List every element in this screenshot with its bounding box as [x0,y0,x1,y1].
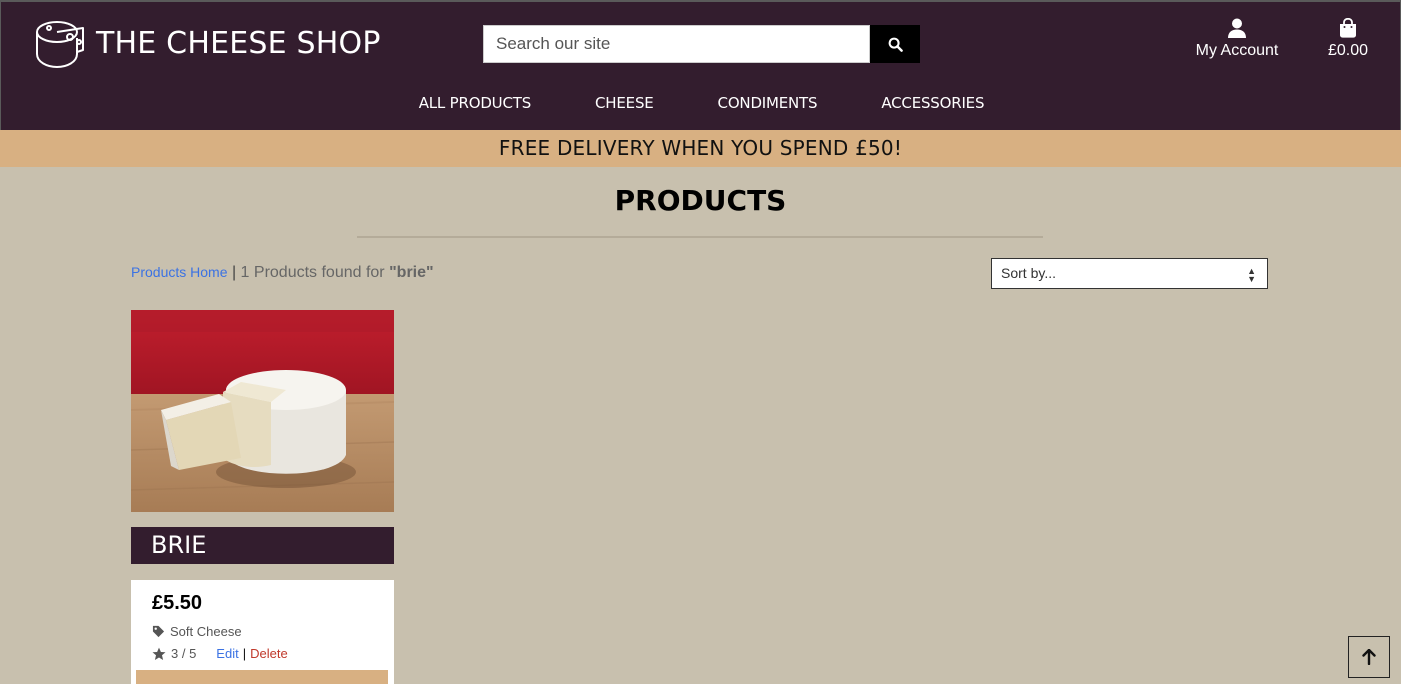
search-icon [888,37,903,52]
search-button[interactable] [870,25,920,63]
tag-icon [152,625,165,638]
delivery-banner: FREE DELIVERY WHEN YOU SPEND £50! [0,130,1401,167]
my-account-label: My Account [1195,42,1279,59]
site-logo[interactable]: THE CHEESE SHOP [35,18,381,68]
delete-product-link[interactable]: Delete [250,646,288,661]
page-title: PRODUCTS [614,184,787,217]
my-account-link[interactable]: My Account [1186,18,1288,60]
site-title: THE CHEESE SHOP [96,25,381,61]
nav-item-all-products[interactable]: ALL PRODUCTS [419,94,532,112]
product-rating: 3 / 5 [171,646,197,661]
bag-total: £0.00 [1327,42,1369,59]
product-name[interactable]: BRIE [131,527,394,564]
product-category: Soft Cheese [170,624,242,639]
back-to-top-button[interactable] [1348,636,1390,678]
action-separator: | [242,646,247,661]
search-term: "brie" [389,264,434,281]
main-nav: ALL PRODUCTS CHEESE CONDIMENTS ACCESSORI… [1,94,1401,112]
nav-item-condiments[interactable]: CONDIMENTS [718,94,818,112]
edit-product-link[interactable]: Edit [216,646,238,661]
brie-photo [131,310,394,512]
arrow-up-icon [1362,649,1376,665]
card-footer-strip [136,670,388,684]
star-icon [152,647,166,660]
nav-item-cheese[interactable]: CHEESE [595,94,654,112]
nav-item-accessories[interactable]: ACCESSORIES [881,94,984,112]
site-header: THE CHEESE SHOP My Account £0.00 ALL PRO… [0,0,1401,130]
shopping-bag-link[interactable]: £0.00 [1319,18,1377,60]
search-form [483,25,920,63]
user-icon [1228,18,1246,38]
products-home-link[interactable]: Products Home [131,264,227,280]
result-count: 1 Products found for [240,264,385,281]
product-image[interactable] [131,310,394,512]
product-rating-row: 3 / 5 Edit | Delete [152,646,288,661]
product-price: £5.50 [152,592,203,614]
sort-select[interactable]: Sort by... ▲ ▼ [991,258,1268,289]
product-card: £5.50 Soft Cheese 3 / 5 Edit | Delete [131,580,394,684]
breadcrumb: Products Home | 1 Products found for "br… [131,264,434,282]
product-category-link[interactable]: Soft Cheese [152,624,242,639]
search-input[interactable] [483,25,870,63]
shopping-bag-icon [1340,18,1356,38]
cheese-wheel-icon [36,21,84,68]
title-divider [357,236,1043,238]
sort-arrows-icon: ▲ ▼ [1247,266,1256,284]
sort-selected-value: Sort by... [1001,265,1056,281]
breadcrumb-separator: | [231,264,237,281]
